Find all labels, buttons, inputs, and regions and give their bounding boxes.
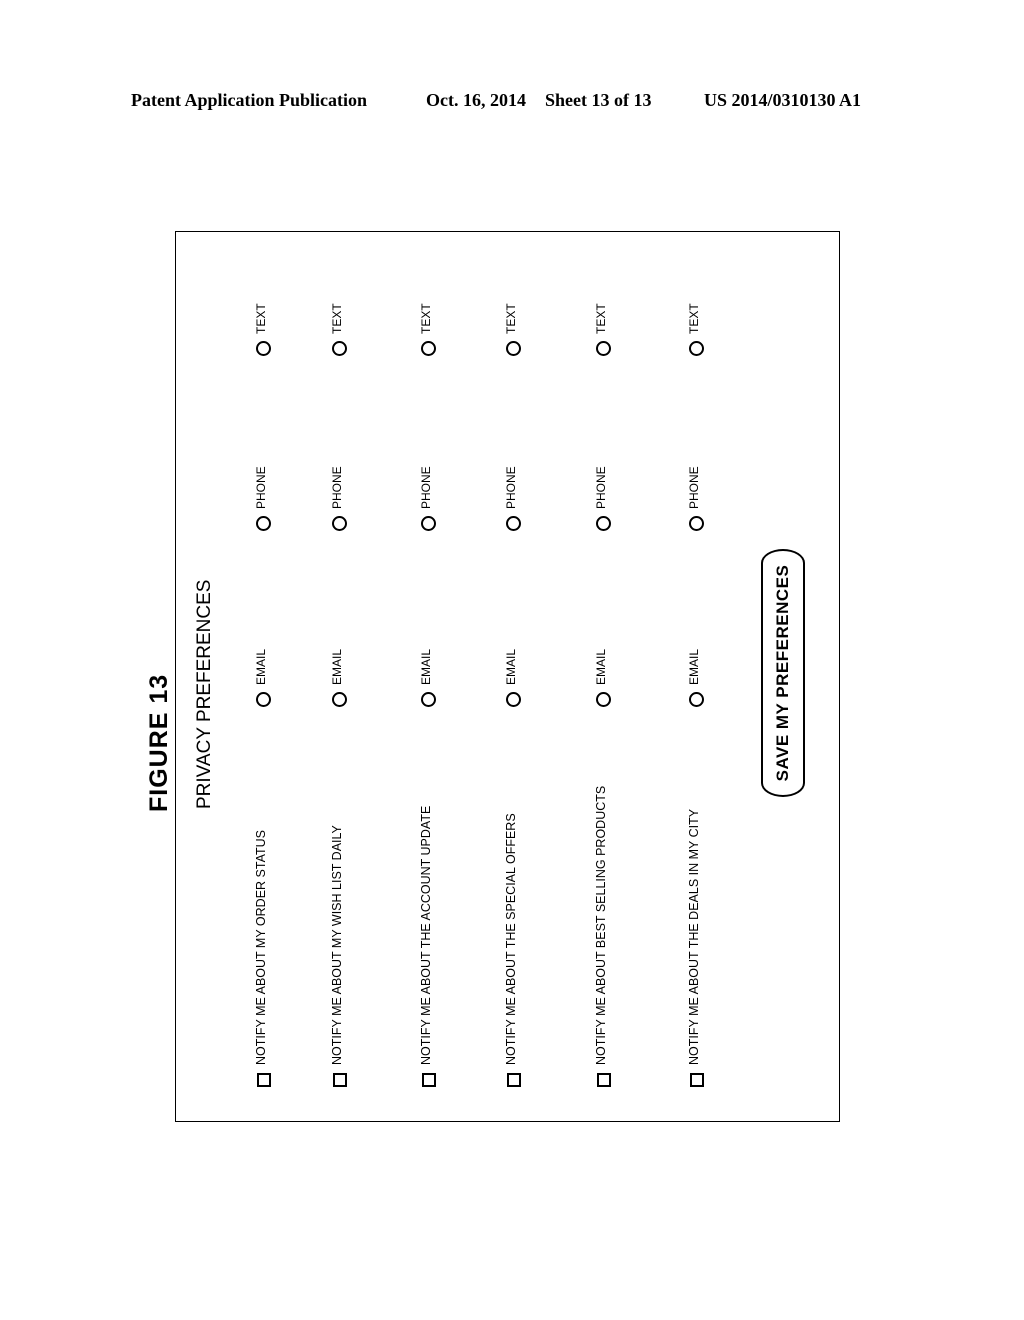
phone-label: PHONE: [594, 466, 608, 509]
preference-row: NOTIFY ME ABOUT THE DEALS IN MY CITY EMA…: [685, 232, 709, 1121]
email-radio[interactable]: [506, 692, 521, 707]
phone-label: PHONE: [687, 466, 701, 509]
preference-row: NOTIFY ME ABOUT MY ORDER STATUS EMAIL PH…: [252, 232, 276, 1121]
privacy-preferences-panel: PRIVACY PREFERENCES NOTIFY ME ABOUT MY O…: [175, 231, 840, 1122]
figure-label: FIGURE 13: [145, 673, 173, 812]
phone-radio[interactable]: [506, 516, 521, 531]
preference-row: NOTIFY ME ABOUT BEST SELLING PRODUCTS EM…: [592, 232, 616, 1121]
preference-checkbox[interactable]: [690, 1073, 704, 1087]
email-radio[interactable]: [689, 692, 704, 707]
text-radio[interactable]: [596, 341, 611, 356]
email-radio[interactable]: [421, 692, 436, 707]
email-label: EMAIL: [330, 648, 344, 685]
phone-radio[interactable]: [421, 516, 436, 531]
save-preferences-button[interactable]: SAVE MY PREFERENCES: [761, 549, 805, 797]
preference-row: NOTIFY ME ABOUT THE SPECIAL OFFERS EMAIL…: [502, 232, 526, 1121]
preference-row: NOTIFY ME ABOUT THE ACCOUNT UPDATE EMAIL…: [417, 232, 441, 1121]
phone-label: PHONE: [254, 466, 268, 509]
email-label: EMAIL: [419, 648, 433, 685]
preference-checkbox[interactable]: [257, 1073, 271, 1087]
text-label: TEXT: [504, 303, 518, 334]
text-label: TEXT: [330, 303, 344, 334]
text-radio[interactable]: [506, 341, 521, 356]
text-radio[interactable]: [421, 341, 436, 356]
email-radio[interactable]: [596, 692, 611, 707]
text-label: TEXT: [594, 303, 608, 334]
email-radio[interactable]: [256, 692, 271, 707]
text-label: TEXT: [419, 303, 433, 334]
preference-label: NOTIFY ME ABOUT MY WISH LIST DAILY: [330, 825, 344, 1065]
preference-label: NOTIFY ME ABOUT THE DEALS IN MY CITY: [687, 808, 701, 1065]
preference-label: NOTIFY ME ABOUT MY ORDER STATUS: [254, 830, 268, 1065]
preference-label: NOTIFY ME ABOUT THE SPECIAL OFFERS: [504, 813, 518, 1065]
preference-checkbox[interactable]: [422, 1073, 436, 1087]
phone-radio[interactable]: [689, 516, 704, 531]
phone-radio[interactable]: [596, 516, 611, 531]
panel-title: PRIVACY PREFERENCES: [194, 579, 215, 809]
text-radio[interactable]: [256, 341, 271, 356]
phone-label: PHONE: [330, 466, 344, 509]
preference-label: NOTIFY ME ABOUT THE ACCOUNT UPDATE: [419, 805, 433, 1065]
phone-label: PHONE: [419, 466, 433, 509]
preference-checkbox[interactable]: [507, 1073, 521, 1087]
email-label: EMAIL: [504, 648, 518, 685]
preference-row: NOTIFY ME ABOUT MY WISH LIST DAILY EMAIL…: [328, 232, 352, 1121]
preference-checkbox[interactable]: [333, 1073, 347, 1087]
text-radio[interactable]: [689, 341, 704, 356]
phone-radio[interactable]: [256, 516, 271, 531]
preference-checkbox[interactable]: [597, 1073, 611, 1087]
email-label: EMAIL: [594, 648, 608, 685]
text-label: TEXT: [254, 303, 268, 334]
text-radio[interactable]: [332, 341, 347, 356]
email-radio[interactable]: [332, 692, 347, 707]
email-label: EMAIL: [254, 648, 268, 685]
phone-label: PHONE: [504, 466, 518, 509]
phone-radio[interactable]: [332, 516, 347, 531]
rotated-figure: FIGURE 13 PRIVACY PREFERENCES NOTIFY ME …: [145, 101, 840, 1122]
preference-label: NOTIFY ME ABOUT BEST SELLING PRODUCTS: [594, 785, 608, 1065]
email-label: EMAIL: [687, 648, 701, 685]
text-label: TEXT: [687, 303, 701, 334]
